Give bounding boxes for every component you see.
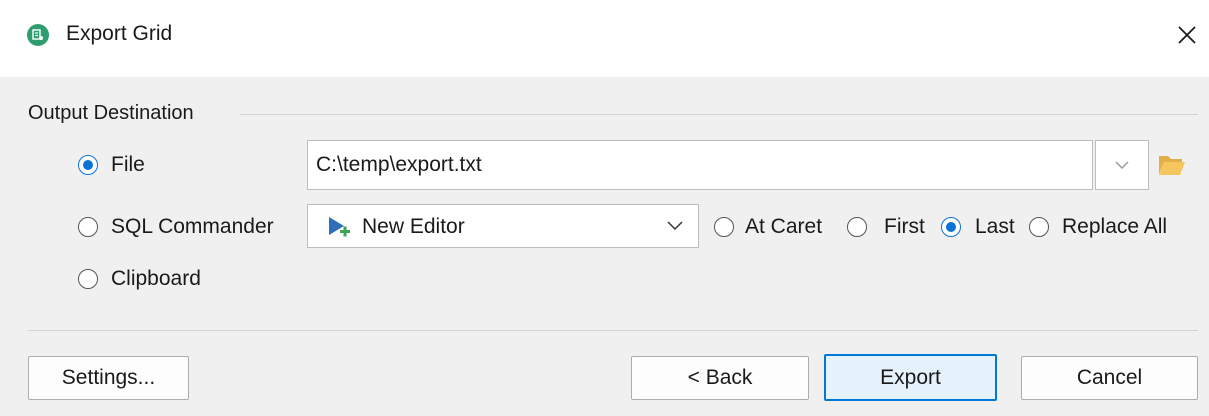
app-icon xyxy=(27,24,49,46)
back-button[interactable]: < Back xyxy=(631,356,809,400)
file-history-dropdown[interactable] xyxy=(1095,140,1149,190)
settings-button[interactable]: Settings... xyxy=(28,356,189,400)
group-divider xyxy=(240,114,1198,115)
footer-divider xyxy=(28,330,1198,331)
file-path-input[interactable] xyxy=(307,140,1093,190)
window-title: Export Grid xyxy=(66,22,173,45)
replace-all-radio[interactable] xyxy=(1029,217,1049,237)
last-label: Last xyxy=(975,215,1015,238)
cancel-button[interactable]: Cancel xyxy=(1021,356,1198,400)
export-button[interactable]: Export xyxy=(824,354,997,401)
chevron-down-icon xyxy=(667,221,683,231)
file-radio[interactable] xyxy=(78,155,98,175)
replace-all-label: Replace All xyxy=(1062,215,1168,238)
first-label: First xyxy=(884,215,925,238)
first-radio[interactable] xyxy=(847,217,867,237)
output-destination-label: Output Destination xyxy=(28,102,194,124)
clipboard-label: Clipboard xyxy=(111,267,201,290)
chevron-down-icon xyxy=(1115,161,1129,170)
folder-icon[interactable] xyxy=(1158,153,1186,177)
clipboard-radio[interactable] xyxy=(78,269,98,289)
title-bar: Export Grid xyxy=(0,0,1209,77)
editor-select-value: New Editor xyxy=(362,215,465,238)
at-caret-label: At Caret xyxy=(745,215,823,238)
sql-commander-label: SQL Commander xyxy=(111,215,274,238)
sql-commander-radio[interactable] xyxy=(78,217,98,237)
last-radio[interactable] xyxy=(941,217,961,237)
at-caret-radio[interactable] xyxy=(714,217,734,237)
file-radio-label: File xyxy=(111,153,145,176)
close-icon[interactable] xyxy=(1174,22,1200,48)
editor-select[interactable]: New Editor xyxy=(307,204,699,248)
new-editor-icon xyxy=(329,217,350,237)
